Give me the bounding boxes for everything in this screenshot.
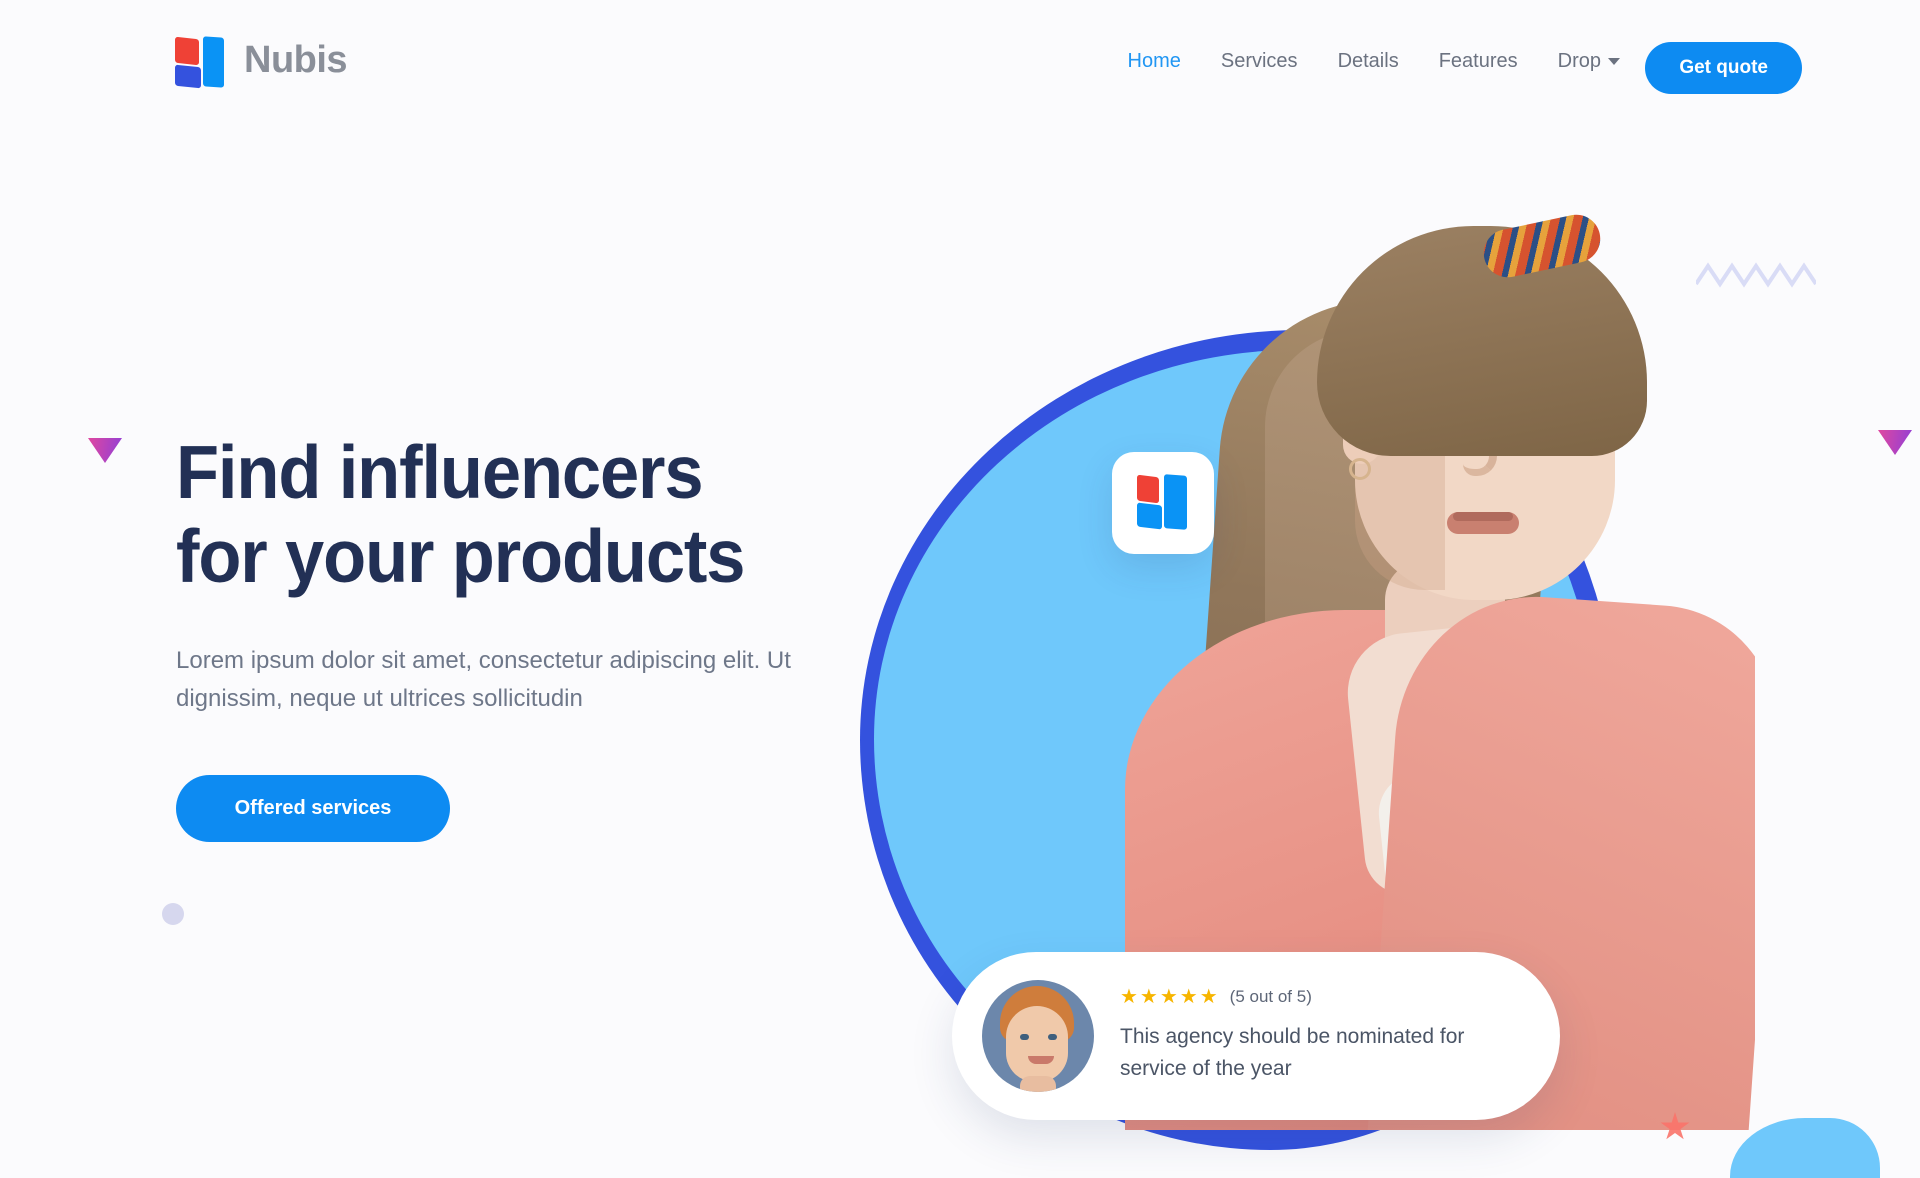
- nubis-logo-icon: [170, 32, 226, 89]
- hero-subtitle: Lorem ipsum dolor sit amet, consectetur …: [176, 647, 791, 713]
- testimonial-card: ★★★★★ (5 out of 5) This agency should be…: [952, 952, 1560, 1120]
- offered-services-button[interactable]: Offered services: [176, 774, 450, 842]
- testimonial-quote-line2: service of the year: [1120, 1057, 1292, 1080]
- nav-item-home[interactable]: Home: [1128, 50, 1181, 73]
- nav-item-features[interactable]: Features: [1439, 50, 1518, 73]
- dot-decor: [162, 903, 184, 925]
- brand-name: Nubis: [244, 38, 348, 81]
- get-quote-button[interactable]: Get quote: [1645, 42, 1802, 94]
- nav-item-details[interactable]: Details: [1338, 50, 1399, 73]
- portrait-earring: [1349, 458, 1371, 480]
- nav-item-services[interactable]: Services: [1221, 50, 1298, 73]
- avatar: [982, 980, 1094, 1092]
- page-root: Nubis Home Services Details Features Dro…: [0, 0, 1920, 1178]
- portrait-mouth-line: [1453, 512, 1513, 521]
- rating-count-label: (5 out of 5): [1229, 987, 1312, 1007]
- nav-links: Home Services Details Features Drop: [1128, 50, 1620, 73]
- hair-top-decor: [1317, 226, 1647, 456]
- testimonial-quote-line1: This agency should be nominated for: [1120, 1025, 1465, 1049]
- hero-content: Find influencers for your products Lorem…: [176, 430, 856, 842]
- brand-logo[interactable]: Nubis: [170, 32, 348, 89]
- floating-logo-card[interactable]: [1112, 452, 1214, 554]
- nav-item-drop-label: Drop: [1557, 50, 1601, 72]
- rating-row: ★★★★★ (5 out of 5): [1120, 987, 1530, 1007]
- triangle-down-icon: [88, 438, 122, 463]
- star-rating-icon: ★★★★★: [1120, 986, 1220, 1009]
- testimonial-quote: This agency should be nominated for serv…: [1120, 1021, 1530, 1085]
- chevron-down-icon: [1608, 58, 1620, 66]
- hero-title-line1: Find influencers: [176, 430, 704, 514]
- page-title: Find influencers for your products: [176, 430, 815, 598]
- testimonial-body: ★★★★★ (5 out of 5) This agency should be…: [1120, 987, 1530, 1085]
- nav-item-drop[interactable]: Drop: [1558, 50, 1620, 73]
- nubis-logo-icon: [1135, 474, 1191, 532]
- navbar: Nubis Home Services Details Features Dro…: [0, 0, 1920, 132]
- hero-title-line2: for your products: [176, 514, 745, 598]
